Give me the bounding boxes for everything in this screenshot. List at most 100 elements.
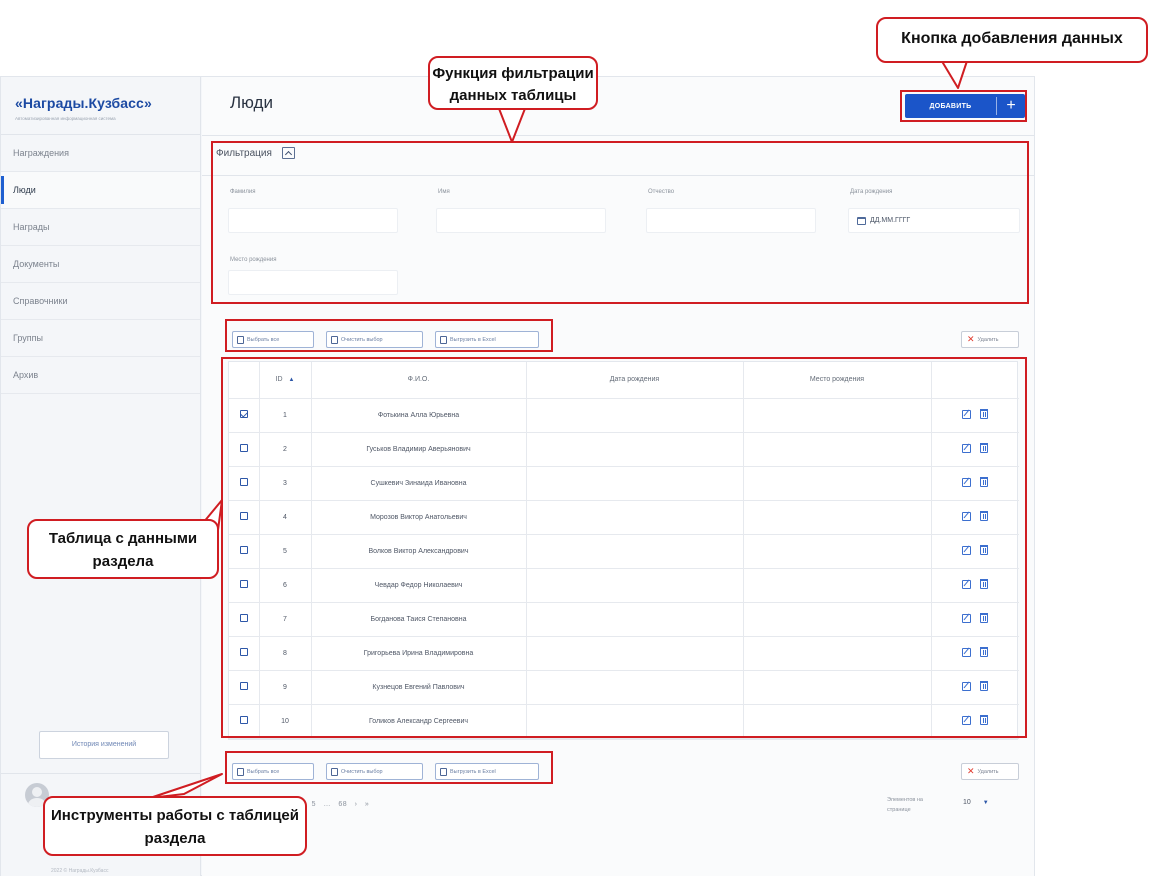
row-checkbox-cell xyxy=(229,602,260,637)
row-name: Морозов Виктор Анатольевич xyxy=(311,500,527,535)
trash-icon[interactable] xyxy=(980,715,989,726)
edit-icon[interactable] xyxy=(962,613,972,623)
table-row[interactable]: 5 Волков Виктор Александрович xyxy=(229,534,1019,569)
row-birthplace xyxy=(743,534,932,569)
birthdate-field[interactable]: ДД.ММ.ГГГГ xyxy=(848,208,1020,233)
sidebar-item-archive[interactable]: Архив xyxy=(1,357,200,394)
export-excel-label: Выгрузить в Excel xyxy=(450,768,496,775)
row-id: 1 xyxy=(259,398,312,433)
edit-icon[interactable] xyxy=(962,443,972,453)
row-birthplace xyxy=(743,398,932,433)
trash-icon[interactable] xyxy=(980,443,989,454)
trash-icon[interactable] xyxy=(980,647,989,658)
select-all-button-bottom[interactable]: Выбрать все xyxy=(232,763,314,780)
table-row[interactable]: 9 Кузнецов Евгений Павлович xyxy=(229,670,1019,705)
column-header-birthplace[interactable]: Место рождения xyxy=(743,362,932,399)
birthplace-label: Место рождения xyxy=(230,257,277,263)
table-row[interactable]: 2 Гуськов Владимир Аверьянович xyxy=(229,432,1019,467)
row-checkbox[interactable] xyxy=(239,444,248,452)
lastname-label: Фамилия xyxy=(230,189,256,195)
trash-icon[interactable] xyxy=(980,477,989,488)
row-actions xyxy=(931,704,1019,739)
patronymic-field[interactable] xyxy=(646,208,816,233)
column-header-name[interactable]: Ф.И.О. xyxy=(311,362,527,399)
row-checkbox[interactable] xyxy=(239,682,248,690)
row-checkbox[interactable] xyxy=(239,648,248,656)
select-all-button[interactable]: Выбрать все xyxy=(232,331,314,348)
edit-icon[interactable] xyxy=(962,647,972,657)
logo-title: «Награды.Кузбасс» xyxy=(15,95,152,111)
logo[interactable]: «Награды.Кузбасс» Автоматизированная инф… xyxy=(1,77,200,135)
clear-selection-button-bottom[interactable]: Очистить выбор xyxy=(326,763,423,780)
trash-icon[interactable] xyxy=(980,409,989,420)
header-checkbox-cell xyxy=(229,362,260,399)
row-checkbox-cell xyxy=(229,466,260,501)
patronymic-label: Отчество xyxy=(648,189,675,195)
row-checkbox[interactable] xyxy=(239,478,248,486)
edit-icon[interactable] xyxy=(962,681,972,691)
edit-icon[interactable] xyxy=(962,715,972,725)
trash-icon[interactable] xyxy=(980,579,989,590)
row-name: Сушкевич Зинаида Ивановна xyxy=(311,466,527,501)
row-checkbox-cell xyxy=(229,432,260,467)
table-row[interactable]: 3 Сушкевич Зинаида Ивановна xyxy=(229,466,1019,501)
row-id: 3 xyxy=(259,466,312,501)
trash-icon[interactable] xyxy=(980,613,989,624)
row-checkbox-cell xyxy=(229,534,260,569)
table-row[interactable]: 10 Голиков Александр Сергеевич xyxy=(229,704,1019,739)
select-all-icon xyxy=(237,335,244,344)
table-row[interactable]: 8 Григорьева Ирина Владимировна xyxy=(229,636,1019,671)
sidebar-item-documents[interactable]: Документы xyxy=(1,246,200,283)
row-actions xyxy=(931,568,1019,603)
table-body: 1 Фотькина Алла Юрьевна 2 Гуськов Владимир … xyxy=(229,398,1019,739)
sidebar-item-awards-events[interactable]: Награждения xyxy=(1,135,200,172)
table-row[interactable]: 7 Богданова Таися Степановна xyxy=(229,602,1019,637)
row-checkbox[interactable] xyxy=(239,716,248,724)
sidebar-item-awards[interactable]: Награды xyxy=(1,209,200,246)
column-header-birthdate[interactable]: Дата рождения xyxy=(526,362,744,399)
firstname-field[interactable] xyxy=(436,208,606,233)
app-window: «Награды.Кузбасс» Автоматизированная инф… xyxy=(0,76,1035,876)
row-checkbox[interactable] xyxy=(239,546,248,554)
header-divider xyxy=(202,135,1034,136)
trash-icon[interactable] xyxy=(980,681,989,692)
sidebar-item-people[interactable]: Люди xyxy=(1,172,200,209)
export-excel-button-bottom[interactable]: Выгрузить в Excel xyxy=(435,763,539,780)
row-name: Волков Виктор Александрович xyxy=(311,534,527,569)
delete-button-bottom[interactable]: ✕ Удалить xyxy=(961,763,1019,780)
edit-icon[interactable] xyxy=(962,477,972,487)
sidebar-item-groups[interactable]: Группы xyxy=(1,320,200,357)
row-checkbox[interactable] xyxy=(239,614,248,622)
trash-icon[interactable] xyxy=(980,545,989,556)
sidebar-item-references[interactable]: Справочники xyxy=(1,283,200,320)
clear-selection-button[interactable]: Очистить выбор xyxy=(326,331,423,348)
row-id: 4 xyxy=(259,500,312,535)
trash-icon[interactable] xyxy=(980,511,989,522)
edit-icon[interactable] xyxy=(962,409,972,419)
column-header-id[interactable]: ID ▲ xyxy=(259,362,312,399)
birthplace-field[interactable] xyxy=(228,270,398,295)
firstname-label: Имя xyxy=(438,189,450,195)
edit-icon[interactable] xyxy=(962,545,972,555)
sort-asc-icon[interactable]: ▲ xyxy=(289,377,295,383)
select-all-label: Выбрать все xyxy=(247,768,280,775)
people-table: ID ▲ Ф.И.О. Дата рождения Место рождения … xyxy=(228,361,1019,740)
per-page-select[interactable]: 10 ▼ xyxy=(947,799,1017,813)
export-excel-button[interactable]: Выгрузить в Excel xyxy=(435,331,539,348)
chevron-up-icon[interactable] xyxy=(281,147,295,159)
table-row[interactable]: 4 Морозов Виктор Анатольевич xyxy=(229,500,1019,535)
row-checkbox[interactable] xyxy=(239,410,248,418)
history-button[interactable]: История изменений xyxy=(39,731,169,759)
edit-icon[interactable] xyxy=(962,579,972,589)
row-checkbox[interactable] xyxy=(239,512,248,520)
delete-button[interactable]: ✕ Удалить xyxy=(961,331,1019,348)
row-checkbox-cell xyxy=(229,670,260,705)
lastname-field[interactable] xyxy=(228,208,398,233)
table-row[interactable]: 1 Фотькина Алла Юрьевна xyxy=(229,398,1019,433)
table-row[interactable]: 6 Чевдар Федор Николаевич xyxy=(229,568,1019,603)
edit-icon[interactable] xyxy=(962,511,972,521)
row-checkbox[interactable] xyxy=(239,580,248,588)
row-id: 9 xyxy=(259,670,312,705)
per-page-label: Элементов на странице xyxy=(887,797,923,813)
add-button[interactable]: ДОБАВИТЬ + xyxy=(905,94,1025,118)
